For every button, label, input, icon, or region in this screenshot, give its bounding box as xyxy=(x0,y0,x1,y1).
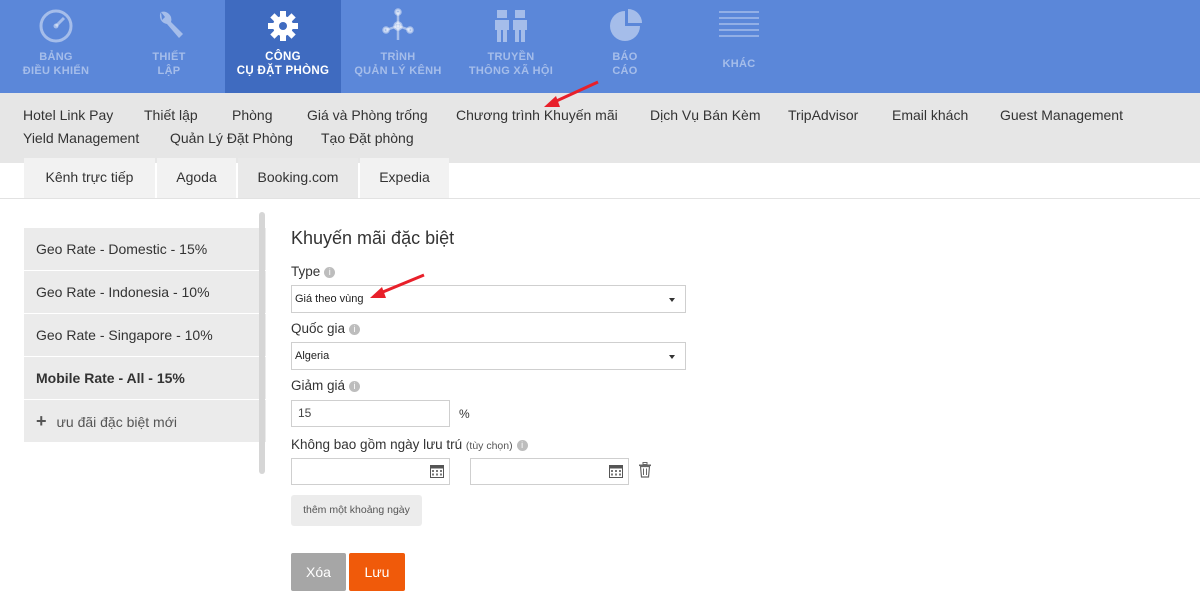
submenu-promotions[interactable]: Chương trình Khuyến mãi xyxy=(456,107,618,123)
submenu-hotel-link-pay[interactable]: Hotel Link Pay xyxy=(23,107,113,123)
type-label: Type i xyxy=(291,264,336,279)
promotion-list: Geo Rate - Domestic - 15% Geo Rate - Ind… xyxy=(24,228,266,443)
nav-label: QUẢN LÝ KÊNH xyxy=(354,65,442,77)
info-icon[interactable]: i xyxy=(516,440,528,451)
nav-label: CÔNG xyxy=(265,51,301,63)
type-select-value: Giá theo vùng xyxy=(295,293,364,305)
pie-chart-icon xyxy=(610,9,642,41)
form-title: Khuyến mãi đặc biệt xyxy=(291,228,455,248)
country-select-value: Algeria xyxy=(295,350,330,362)
tab-agoda[interactable]: Agoda xyxy=(157,158,236,198)
nav-dashboard[interactable]: BẢNG ĐIỀU KHIỂN xyxy=(20,0,92,93)
tab-booking-com[interactable]: Booking.com xyxy=(238,158,358,198)
exclude-label-text: Không bao gồm ngày lưu trú xyxy=(291,437,463,452)
tab-direct-channel[interactable]: Kênh trực tiếp xyxy=(24,158,155,198)
nav-label: BẢNG xyxy=(39,51,73,63)
wrench-icon xyxy=(159,11,183,38)
calendar-icon[interactable] xyxy=(430,464,444,478)
add-date-range-button[interactable]: thêm một khoảng ngày xyxy=(291,495,422,526)
trash-icon[interactable] xyxy=(638,462,652,478)
discount-input[interactable]: 15 xyxy=(291,400,450,427)
nav-label: CỤ ĐẶT PHÒNG xyxy=(236,65,330,77)
info-icon[interactable]: i xyxy=(349,324,361,335)
save-button[interactable]: Lưu xyxy=(349,553,405,591)
country-label: Quốc gia i xyxy=(291,321,361,336)
nav-channel-manager[interactable]: TRÌNH QUẢN LÝ KÊNH xyxy=(352,0,444,93)
nav-reports[interactable]: BÁO CÁO xyxy=(590,0,660,93)
discount-label: Giảm giá i xyxy=(291,378,361,393)
menu-lines-icon xyxy=(719,11,759,37)
percent-unit: % xyxy=(459,407,470,421)
tab-expedia[interactable]: Expedia xyxy=(360,158,449,198)
start-date-input[interactable] xyxy=(291,458,450,485)
add-promotion-label: ưu đãi đặc biệt mới xyxy=(56,414,178,430)
calendar-icon[interactable] xyxy=(609,464,623,478)
discount-label-text: Giảm giá xyxy=(291,378,346,393)
type-select[interactable]: Giá theo vùng xyxy=(291,285,686,313)
list-item[interactable]: Geo Rate - Singapore - 10% xyxy=(24,314,266,357)
info-icon[interactable]: i xyxy=(324,267,336,278)
nav-label: ĐIỀU KHIỂN xyxy=(22,65,90,77)
nav-setup[interactable]: THIẾT LẬP xyxy=(133,0,205,93)
nav-label: TRUYỀN xyxy=(487,51,535,63)
nav-booking-tools[interactable]: CÔNG CỤ ĐẶT PHÒNG xyxy=(225,0,341,93)
nav-label: BÁO xyxy=(612,51,638,63)
plus-icon: + xyxy=(36,411,47,431)
sub-menu: Hotel Link Pay Thiết lập Phòng Giá và Ph… xyxy=(0,93,1200,163)
country-label-text: Quốc gia xyxy=(291,321,346,336)
submenu-rooms[interactable]: Phòng xyxy=(232,107,272,123)
nav-label: THIẾT xyxy=(152,51,186,63)
submenu-rates-availability[interactable]: Giá và Phòng trống xyxy=(307,107,428,123)
delete-button[interactable]: Xóa xyxy=(291,553,346,591)
country-select[interactable]: Algeria xyxy=(291,342,686,370)
gauge-icon xyxy=(39,9,73,43)
optional-note: (tùy chọn) xyxy=(465,440,513,452)
submenu-setup[interactable]: Thiết lập xyxy=(144,107,198,123)
nav-label: TRÌNH xyxy=(380,51,416,63)
info-icon[interactable]: i xyxy=(349,381,361,392)
list-item[interactable]: Mobile Rate - All - 15% xyxy=(24,357,266,400)
nav-label: KHÁC xyxy=(722,58,756,70)
people-icon xyxy=(495,10,527,42)
add-promotion-button[interactable]: + ưu đãi đặc biệt mới xyxy=(24,400,266,443)
type-label-text: Type xyxy=(291,264,321,279)
top-navigation: BẢNG ĐIỀU KHIỂN THIẾT LẬP CÔNG CỤ ĐẶT PHÒNG xyxy=(0,0,1200,93)
list-item[interactable]: Geo Rate - Domestic - 15% xyxy=(24,228,266,271)
caret-down-icon xyxy=(669,298,675,302)
submenu-tripadvisor[interactable]: TripAdvisor xyxy=(788,107,858,123)
caret-down-icon xyxy=(669,355,675,359)
nav-label: LẬP xyxy=(157,65,181,77)
nav-more[interactable]: KHÁC xyxy=(704,0,774,93)
nav-label: CÁO xyxy=(612,65,638,77)
network-icon xyxy=(382,8,414,40)
submenu-guest-email[interactable]: Email khách xyxy=(892,107,968,123)
tab-divider xyxy=(0,198,1200,199)
list-item[interactable]: Geo Rate - Indonesia - 10% xyxy=(24,271,266,314)
submenu-guest-management[interactable]: Guest Management xyxy=(1000,107,1123,123)
submenu-booking-management[interactable]: Quản Lý Đặt Phòng xyxy=(170,130,293,146)
exclude-dates-label: Không bao gồm ngày lưu trú (tùy chọn) i xyxy=(291,437,528,452)
nav-social-media[interactable]: TRUYỀN THÔNG XÃ HỘI xyxy=(462,0,560,93)
nav-label: THÔNG XÃ HỘI xyxy=(468,65,554,77)
submenu-create-booking[interactable]: Tạo Đặt phòng xyxy=(321,130,414,146)
gear-icon xyxy=(268,11,298,41)
scrollbar[interactable] xyxy=(259,212,265,474)
submenu-yield-management[interactable]: Yield Management xyxy=(23,130,139,146)
end-date-input[interactable] xyxy=(470,458,629,485)
submenu-extras[interactable]: Dịch Vụ Bán Kèm xyxy=(650,107,761,123)
